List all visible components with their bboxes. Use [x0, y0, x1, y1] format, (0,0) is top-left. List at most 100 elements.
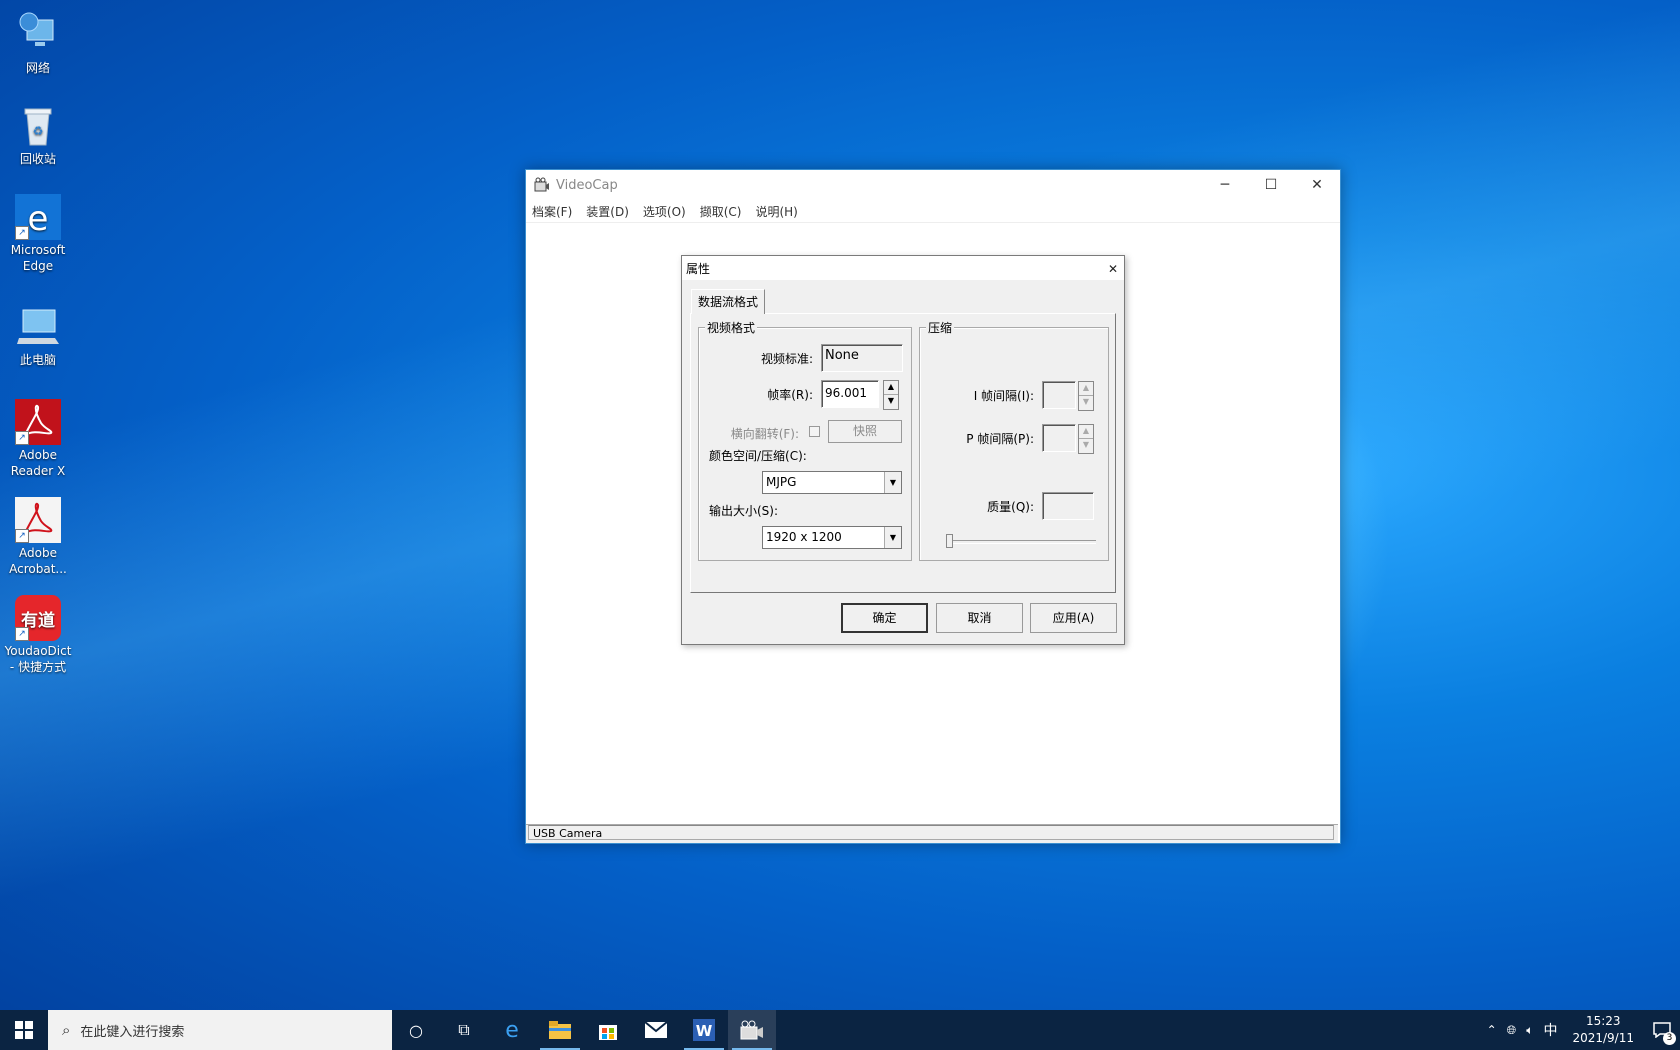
video-standard-label: 视频标准:: [760, 352, 813, 366]
tab-stream-format[interactable]: 数据流格式: [691, 289, 766, 314]
menu-capture[interactable]: 撷取(C): [700, 203, 742, 220]
taskbar-videocap[interactable]: [728, 1010, 776, 1050]
compression-group-label: 压缩: [926, 319, 955, 336]
compression-group: 压缩 I 帧间隔(I): ▲ ▼ P 帧间隔(P): ▲ ▼ 质量(Q):: [919, 319, 1109, 561]
ok-button[interactable]: 确定: [841, 603, 928, 633]
desktop-icon-label: 网络: [25, 61, 50, 75]
cancel-button[interactable]: 取消: [936, 603, 1023, 633]
spin-up-icon: ▲: [1079, 425, 1093, 439]
taskbar-clock[interactable]: 15:23 2021/9/11: [1572, 1013, 1634, 1047]
status-text: USB Camera: [528, 825, 1334, 840]
tab-panel: 视频格式 视频标准: None 帧率(R): 96.001 ▲ ▼ 横向翻转(F…: [690, 313, 1116, 593]
edge-icon: e: [505, 1019, 519, 1041]
taskbar-edge[interactable]: e: [488, 1010, 536, 1050]
menu-options[interactable]: 选项(O): [643, 203, 686, 220]
spin-down-icon[interactable]: ▼: [884, 395, 898, 409]
p-interval-input: [1042, 424, 1076, 452]
taskbar-store[interactable]: [584, 1010, 632, 1050]
windows-logo-icon: [15, 1021, 33, 1039]
chevron-down-icon[interactable]: ▼: [884, 472, 901, 493]
desktop-icon-recycle-bin[interactable]: ♻ 回收站: [2, 97, 74, 167]
dialog-close-button[interactable]: ✕: [1104, 258, 1118, 277]
cortana-circle-icon: ○: [409, 1020, 423, 1040]
svg-text:e: e: [28, 199, 49, 239]
flip-label: 横向翻转(F):: [730, 427, 799, 441]
desktop-icon-adobe-reader[interactable]: ↗ Adobe Reader X: [2, 393, 74, 479]
menu-help[interactable]: 说明(H): [755, 203, 797, 220]
menu-device[interactable]: 装置(D): [586, 203, 629, 220]
snapshot-button[interactable]: 快照: [828, 420, 902, 443]
start-button[interactable]: [0, 1010, 48, 1050]
store-bag-icon: [599, 1025, 617, 1040]
clock-time: 15:23: [1585, 1014, 1621, 1028]
taskbar-file-explorer[interactable]: [536, 1010, 584, 1050]
cortana-button[interactable]: ○: [392, 1010, 440, 1050]
chevron-down-icon[interactable]: ▼: [884, 527, 901, 548]
video-format-group-label: 视频格式: [705, 319, 758, 336]
svg-text:♻: ♻: [33, 124, 44, 138]
colorspace-select[interactable]: MJPG ▼: [762, 471, 902, 494]
action-center-button[interactable]: 3: [1644, 1010, 1680, 1050]
colorspace-value: MJPG: [766, 475, 797, 489]
output-size-select[interactable]: 1920 x 1200 ▼: [762, 526, 902, 549]
taskbar-search-box[interactable]: ⌕ 在此键入进行搜索: [48, 1010, 392, 1050]
taskbar: ⌕ 在此键入进行搜索 ○ ⧉ e W ⌃ 🌐︎ 🔈︎ 中 15:23 2021/…: [0, 1010, 1680, 1050]
video-standard-field: None: [821, 344, 903, 372]
desktop-icon-this-pc[interactable]: 此电脑: [2, 298, 74, 368]
desktop-icon-adobe-acrobat[interactable]: ↗ Adobe Acrobat...: [2, 491, 74, 577]
task-view-icon: ⧉: [458, 1020, 470, 1039]
desktop-icon-youdao[interactable]: 有道 ↗ YoudaoDict - 快捷方式: [2, 589, 74, 675]
desktop-icon-label: Adobe Reader X: [10, 448, 66, 478]
apply-button[interactable]: 应用(A): [1030, 603, 1117, 633]
network-icon: [15, 12, 61, 58]
framerate-spinner[interactable]: ▲ ▼: [883, 380, 899, 410]
window-title: VideoCap: [556, 177, 618, 193]
menu-file[interactable]: 档案(F): [532, 203, 572, 220]
taskbar-word[interactable]: W: [680, 1010, 728, 1050]
maximize-button[interactable]: ☐: [1248, 170, 1294, 200]
adobe-acrobat-icon: ↗: [15, 497, 61, 543]
system-tray: ⌃ 🌐︎ 🔈︎ 中 15:23 2021/9/11 3: [1482, 1010, 1680, 1050]
desktop-icon-label: Microsoft Edge: [10, 243, 66, 273]
ime-indicator[interactable]: 中: [1543, 1020, 1557, 1040]
i-interval-label: I 帧间隔(I):: [973, 389, 1034, 403]
dialog-titlebar[interactable]: 属性 ✕: [682, 256, 1124, 280]
quality-label: 质量(Q):: [987, 500, 1034, 514]
notification-badge: 3: [1663, 1032, 1676, 1045]
properties-dialog: 属性 ✕ 数据流格式 视频格式 视频标准: None 帧率(R): 96.001…: [681, 255, 1125, 645]
adobe-reader-icon: ↗: [15, 399, 61, 445]
spin-up-icon[interactable]: ▲: [884, 381, 898, 395]
svg-text:e: e: [505, 1019, 519, 1041]
i-interval-spinner: ▲ ▼: [1078, 381, 1094, 411]
recycle-bin-icon: ♻: [15, 103, 61, 149]
dialog-title: 属性: [686, 261, 711, 276]
taskbar-mail[interactable]: [632, 1010, 680, 1050]
shortcut-arrow-icon: ↗: [15, 529, 29, 543]
mail-icon: [645, 1022, 667, 1038]
minimize-icon: ─: [1220, 177, 1230, 193]
this-pc-icon: [15, 304, 61, 350]
quality-input: [1042, 492, 1094, 520]
close-button[interactable]: ✕: [1294, 170, 1340, 200]
close-icon: ✕: [1311, 177, 1323, 193]
youdao-icon: 有道 ↗: [15, 595, 61, 641]
framerate-label: 帧率(R):: [767, 388, 813, 402]
network-globe-icon[interactable]: 🌐︎: [1507, 1023, 1517, 1038]
desktop-icon-network[interactable]: 网络: [2, 6, 74, 76]
framerate-input[interactable]: 96.001: [821, 380, 879, 408]
desktop-icon-label: 回收站: [19, 152, 56, 166]
spin-down-icon: ▼: [1082, 397, 1090, 406]
shortcut-arrow-icon: ↗: [15, 627, 29, 641]
window-titlebar[interactable]: VideoCap ─ ☐ ✕: [526, 170, 1340, 200]
colorspace-label: 颜色空间/压缩(C):: [709, 449, 807, 463]
desktop-icon-edge[interactable]: e ↗ Microsoft Edge: [2, 188, 74, 274]
quality-slider-thumb[interactable]: [946, 534, 953, 548]
edge-icon: e ↗: [15, 194, 61, 240]
flip-checkbox[interactable]: [809, 426, 820, 437]
minimize-button[interactable]: ─: [1202, 170, 1248, 200]
volume-icon[interactable]: 🔈︎: [1526, 1023, 1533, 1038]
chevron-up-icon[interactable]: ⌃: [1487, 1023, 1497, 1037]
i-interval-input: [1042, 381, 1076, 409]
close-icon: ✕: [1107, 262, 1118, 276]
task-view-button[interactable]: ⧉: [440, 1010, 488, 1050]
